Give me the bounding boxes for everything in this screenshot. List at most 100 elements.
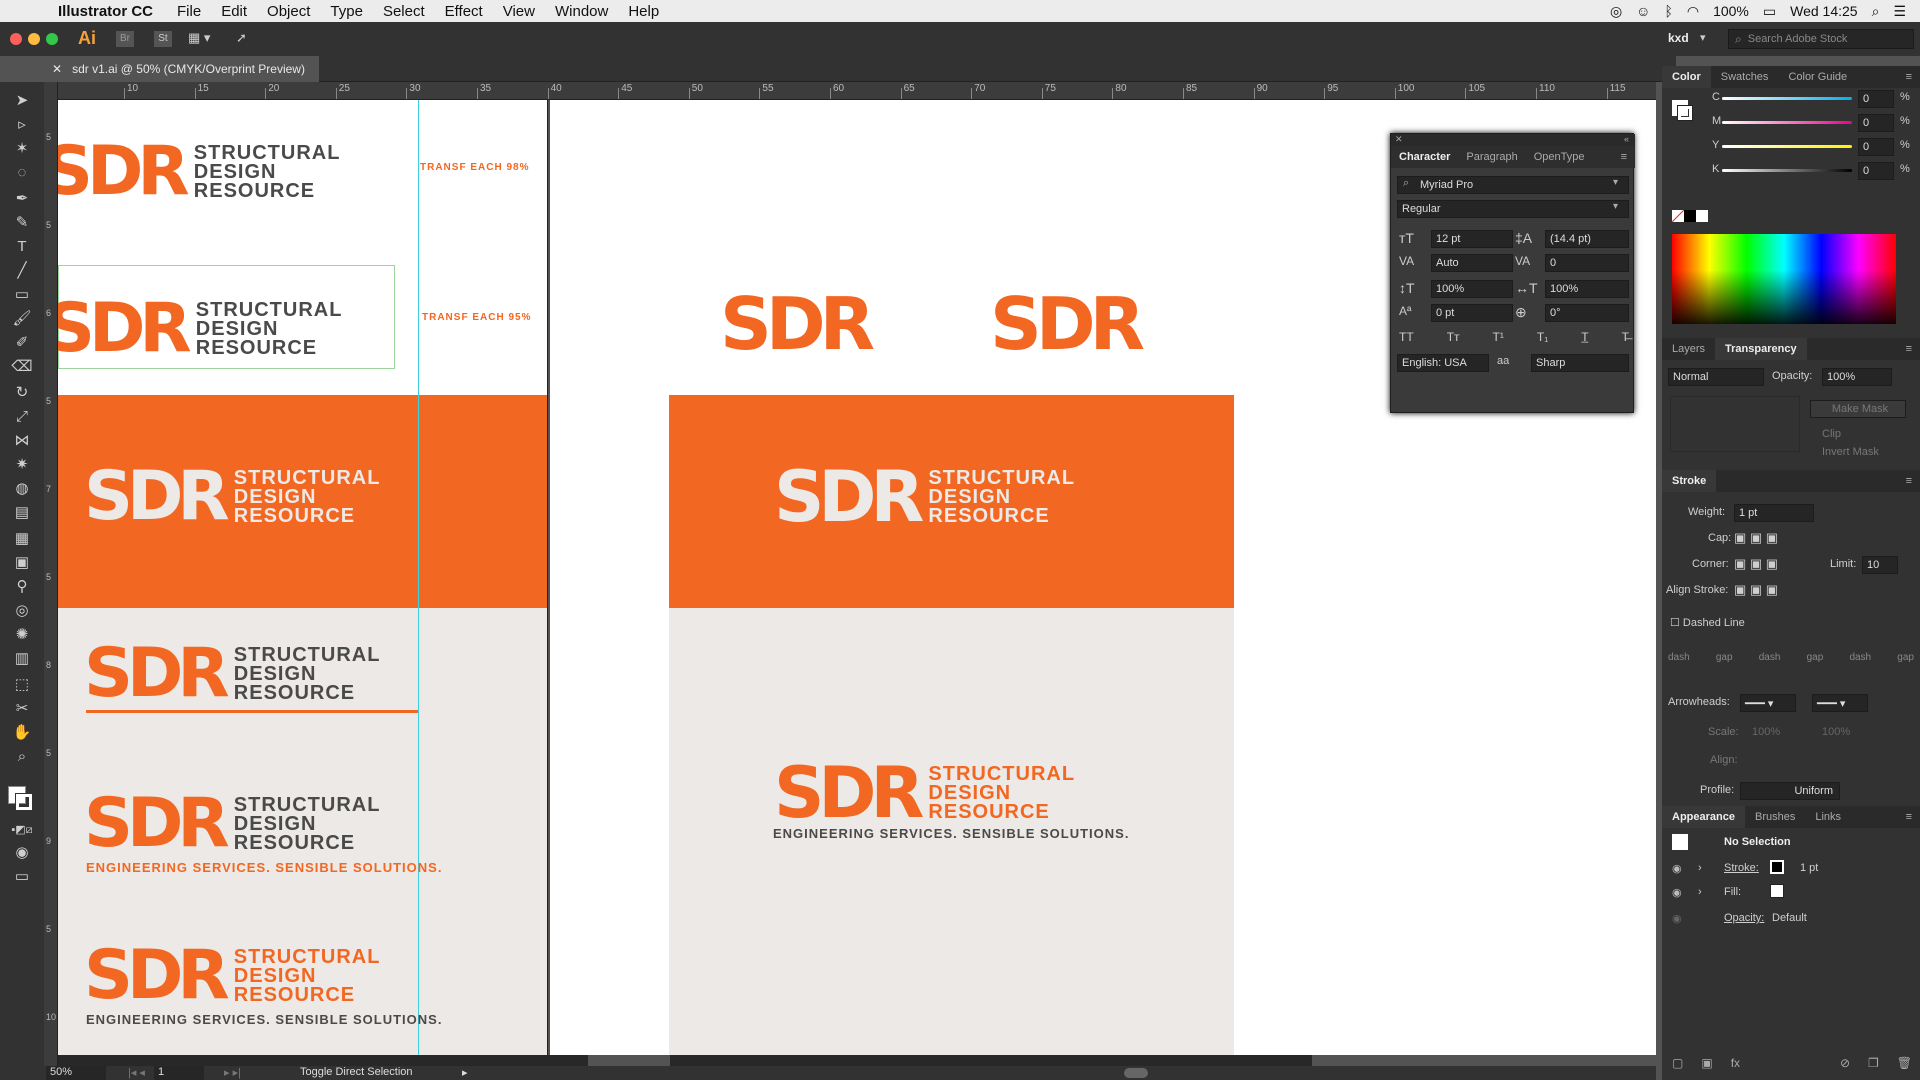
horizontal-scale-field[interactable]: 100%	[1545, 280, 1629, 298]
stroke-color-swatch[interactable]	[1677, 105, 1693, 121]
zoom-tool-icon[interactable]: ⌕	[10, 746, 34, 766]
horizontal-scrollbar-thumb[interactable]	[1124, 1068, 1148, 1078]
eyedropper-tool-icon[interactable]: ⚲	[10, 576, 34, 596]
fill-attribute-swatch[interactable]	[1770, 884, 1784, 898]
notification-icon[interactable]: ☰	[1893, 3, 1906, 20]
wifi-icon[interactable]: ◠	[1687, 3, 1699, 20]
symbol-sprayer-tool-icon[interactable]: ✺	[10, 624, 34, 644]
font-size-field[interactable]: 12 pt	[1431, 230, 1513, 248]
logo-7[interactable]: SDR STRUCTURAL DESIGN RESOURCE	[774, 462, 1075, 532]
lasso-tool-icon[interactable]: ◌	[10, 162, 34, 182]
leading-field[interactable]: (14.4 pt)	[1545, 230, 1629, 248]
close-panel-icon[interactable]: ✕	[1395, 134, 1403, 145]
guide-line[interactable]	[418, 100, 419, 1066]
tab-opentype[interactable]: OpenType	[1526, 151, 1593, 163]
paintbrush-tool-icon[interactable]: 🖌	[10, 308, 34, 328]
tab-appearance[interactable]: Appearance	[1662, 806, 1745, 828]
font-family-field[interactable]: Myriad Pro	[1397, 176, 1629, 194]
stock-search-field[interactable]: ⌕ Search Adobe Stock	[1728, 29, 1914, 49]
puppet-warp-tool-icon[interactable]: ✷	[10, 454, 34, 474]
tab-character[interactable]: Character	[1391, 151, 1458, 163]
user-icon[interactable]: ☺	[1636, 3, 1650, 19]
close-window-button[interactable]	[10, 33, 22, 45]
baseline-shift-field[interactable]: 0 pt	[1431, 304, 1513, 322]
document-tab[interactable]: ✕ sdr v1.ai @ 50% (CMYK/Overprint Previe…	[44, 56, 319, 82]
superscript-icon[interactable]: T¹	[1493, 330, 1504, 344]
character-rotation-field[interactable]: 0°	[1545, 304, 1629, 322]
direct-selection-tool-icon[interactable]: ▹	[10, 114, 34, 134]
channel-y-field[interactable]: 0	[1858, 138, 1894, 156]
channel-k-slider[interactable]	[1722, 169, 1852, 172]
add-fill-icon[interactable]: ▣	[1701, 1056, 1712, 1070]
zoom-window-button[interactable]	[46, 33, 58, 45]
logo-8[interactable]: SDR STRUCTURAL DESIGN RESOURCE	[774, 758, 1075, 828]
add-effect-icon[interactable]: fx	[1731, 1056, 1740, 1070]
logo-4[interactable]: SDR STRUCTURAL DESIGN RESOURCE	[84, 640, 380, 708]
subscript-icon[interactable]: T₁	[1537, 330, 1548, 344]
tab-layers[interactable]: Layers	[1662, 338, 1715, 360]
tab-swatches[interactable]: Swatches	[1711, 66, 1779, 88]
pen-tool-icon[interactable]: ✒	[10, 188, 34, 208]
arrange-documents-icon[interactable]: ▦ ▾	[188, 30, 210, 46]
line-tool-icon[interactable]: ╱	[10, 260, 34, 280]
add-stroke-icon[interactable]: ▢	[1672, 1056, 1683, 1070]
quick-swatches[interactable]	[1672, 210, 1708, 222]
channel-c-slider[interactable]	[1722, 97, 1852, 100]
channel-m-slider[interactable]	[1722, 121, 1852, 124]
horizontal-ruler[interactable]: 10 15 20 25 30 35 40 45 50 55 60 65 70 75 80 85 90 95 100 1…	[58, 82, 1656, 100]
slice-tool-icon[interactable]: ✂	[10, 698, 34, 718]
arrowhead-start-select[interactable]: ━━━ ▾	[1740, 694, 1796, 712]
app-menu[interactable]: Illustrator CC	[58, 3, 153, 20]
menu-edit[interactable]: Edit	[221, 3, 247, 20]
logo-1[interactable]: SDR STRUCTURAL DESIGN RESOURCE	[58, 138, 340, 206]
stroke-attribute-weight[interactable]: 1 pt	[1800, 862, 1818, 874]
language-field[interactable]: English: USA	[1397, 354, 1489, 372]
chevron-down-icon[interactable]: ▾	[1700, 31, 1706, 44]
logo-6[interactable]: SDR STRUCTURAL DESIGN RESOURCE	[84, 942, 380, 1010]
tab-paragraph[interactable]: Paragraph	[1458, 151, 1525, 163]
opacity-attribute[interactable]: Opacity:	[1724, 912, 1764, 924]
panel-menu-icon[interactable]: ≡	[1906, 811, 1920, 823]
strikethrough-icon[interactable]: T̶	[1622, 330, 1629, 344]
width-tool-icon[interactable]: ⋈	[10, 430, 34, 450]
make-mask-button[interactable]: Make Mask	[1810, 400, 1906, 418]
channel-y-slider[interactable]	[1722, 145, 1852, 148]
font-style-field[interactable]: Regular	[1397, 200, 1629, 218]
perspective-grid-tool-icon[interactable]: ▤	[10, 502, 34, 522]
color-spectrum[interactable]	[1672, 234, 1896, 324]
tab-brushes[interactable]: Brushes	[1745, 806, 1805, 828]
screen-mode-icon[interactable]: ▭	[10, 866, 34, 886]
opacity-field[interactable]: 100%	[1822, 368, 1892, 386]
clip-checkbox[interactable]: Clip	[1822, 428, 1841, 440]
eye-icon[interactable]: ◉	[1672, 912, 1682, 925]
workspace-switcher[interactable]: kxd	[1668, 31, 1689, 45]
status-menu-icon[interactable]: ▸	[462, 1066, 468, 1079]
scale-tool-icon[interactable]: ⤢	[10, 406, 34, 426]
panel-menu-icon[interactable]: ≡	[1906, 71, 1920, 83]
zoom-field[interactable]: 50%	[46, 1066, 106, 1080]
sdr-mark-b[interactable]: SDR	[990, 288, 1145, 360]
close-tab-icon[interactable]: ✕	[52, 62, 62, 76]
draw-mode-icon[interactable]: ◉	[10, 842, 34, 862]
stroke-swatch[interactable]	[15, 793, 33, 811]
channel-k-field[interactable]: 0	[1858, 162, 1894, 180]
sdr-mark-a[interactable]: SDR	[720, 288, 875, 360]
panel-menu-icon[interactable]: ≡	[1906, 343, 1920, 355]
chevron-down-icon[interactable]: ▾	[1613, 177, 1618, 188]
logo-5[interactable]: SDR STRUCTURAL DESIGN RESOURCE	[84, 790, 380, 858]
menu-file[interactable]: File	[177, 3, 201, 20]
battery-icon[interactable]: ▭	[1763, 3, 1776, 20]
menu-select[interactable]: Select	[383, 3, 425, 20]
shape-builder-tool-icon[interactable]: ◍	[10, 478, 34, 498]
duplicate-item-icon[interactable]: ❐	[1868, 1056, 1879, 1070]
tab-color[interactable]: Color	[1662, 66, 1711, 88]
selection-tool-icon[interactable]: ➤	[10, 90, 34, 110]
clear-appearance-icon[interactable]: ⊘	[1840, 1056, 1850, 1070]
small-caps-icon[interactable]: Tᴛ	[1447, 330, 1460, 344]
stroke-attribute[interactable]: Stroke:	[1724, 862, 1759, 874]
tab-links[interactable]: Links	[1805, 806, 1851, 828]
menu-effect[interactable]: Effect	[445, 3, 483, 20]
anti-aliasing-field[interactable]: Sharp	[1531, 354, 1629, 372]
menu-window[interactable]: Window	[555, 3, 608, 20]
blend-tool-icon[interactable]: ◎	[10, 600, 34, 620]
